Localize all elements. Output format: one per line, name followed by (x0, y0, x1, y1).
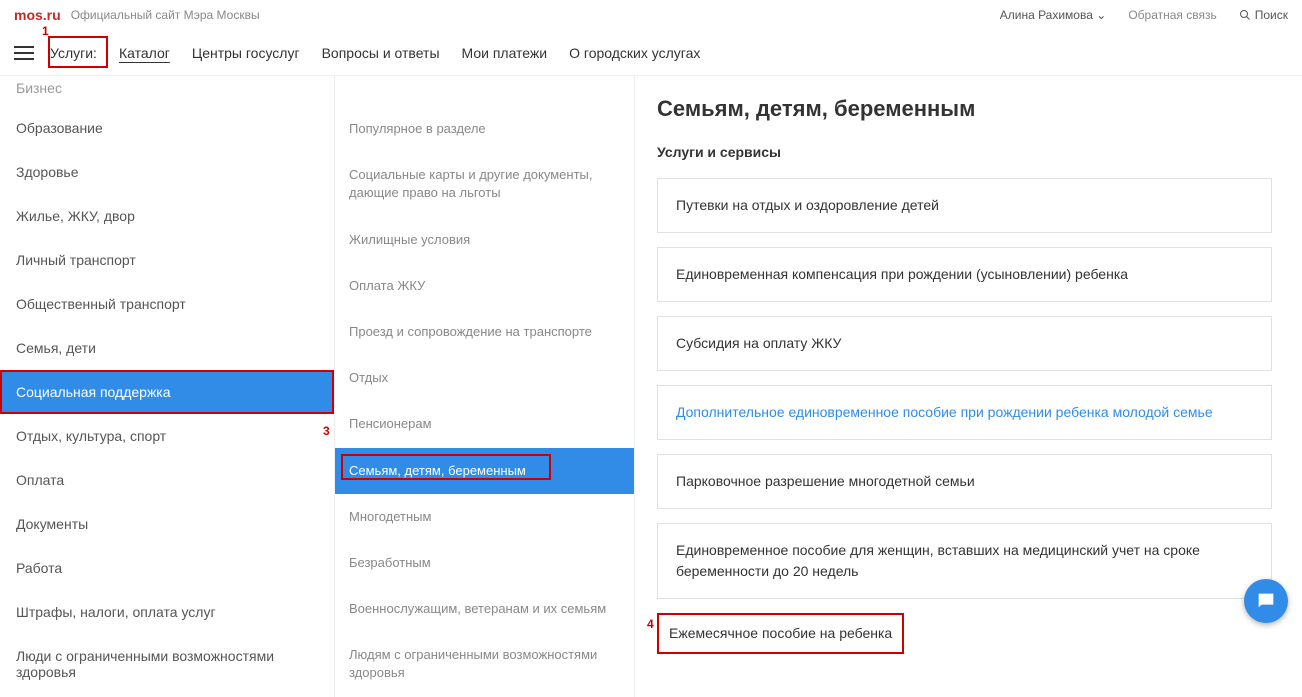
nav-faq[interactable]: Вопросы и ответы (322, 45, 440, 61)
service-card[interactable]: Дополнительное единовременное пособие пр… (657, 385, 1272, 440)
category-item[interactable]: Оплата (0, 458, 334, 502)
nav-centers[interactable]: Центры госуслуг (192, 45, 300, 61)
subcategory-item[interactable]: Жилищные условия (335, 217, 634, 263)
chat-icon (1255, 590, 1277, 612)
category-item[interactable]: Отдых, культура, спорт (0, 414, 334, 458)
category-item-active[interactable]: Социальная поддержка (0, 370, 334, 414)
subcategory-item[interactable]: Социальные карты и другие документы, даю… (335, 152, 634, 216)
subcategory-item[interactable]: Пенсионерам (335, 401, 634, 447)
subcategory-item[interactable]: Оплата ЖКУ (335, 263, 634, 309)
subcategory-item[interactable]: Популярное в разделе (335, 106, 634, 152)
hamburger-icon[interactable] (14, 46, 34, 60)
topbar: mos.ru Официальный сайт Мэра Москвы Алин… (0, 0, 1302, 30)
navbar: Услуги: Каталог Центры госуслуг Вопросы … (0, 30, 1302, 76)
category-item[interactable]: Работа (0, 546, 334, 590)
category-item[interactable]: Личный транспорт (0, 238, 334, 282)
chat-button[interactable] (1244, 579, 1288, 623)
subcategory-item[interactable]: Многодетным (335, 494, 634, 540)
category-item[interactable]: Штрафы, налоги, оплата услуг (0, 590, 334, 634)
category-item[interactable]: Образование (0, 106, 334, 150)
subcategory-item[interactable]: Проезд и сопровождение на транспорте (335, 309, 634, 355)
service-card[interactable]: Единовременная компенсация при рождении … (657, 247, 1272, 302)
nav-services[interactable]: Услуги: (50, 45, 97, 61)
category-item[interactable]: Семья, дети (0, 326, 334, 370)
subcategory-column: Популярное в разделе Социальные карты и … (335, 76, 635, 697)
service-card-highlighted[interactable]: Ежемесячное пособие на ребенка (657, 613, 904, 654)
section-label: Услуги и сервисы (657, 144, 1272, 160)
search-button[interactable]: Поиск (1239, 8, 1288, 22)
chevron-down-icon: ⌄ (1096, 8, 1106, 22)
nav-catalog[interactable]: Каталог (119, 45, 170, 61)
category-column: Бизнес Образование Здоровье Жилье, ЖКУ, … (0, 76, 335, 697)
category-item[interactable]: Жилье, ЖКУ, двор (0, 194, 334, 238)
category-item[interactable]: Документы (0, 502, 334, 546)
feedback-link[interactable]: Обратная связь (1128, 8, 1216, 22)
services-column: Семьям, детям, беременным Услуги и серви… (635, 76, 1302, 697)
subcategory-item[interactable]: Безработным (335, 540, 634, 586)
category-item[interactable]: Люди с ограниченными возможностями здоро… (0, 634, 334, 694)
subcategory-item-active[interactable]: Семьям, детям, беременным (335, 448, 634, 494)
search-icon (1239, 9, 1251, 21)
nav-about[interactable]: О городских услугах (569, 45, 700, 61)
site-description: Официальный сайт Мэра Москвы (71, 8, 260, 22)
subcategory-item[interactable]: Людям с ограниченными возможностями здор… (335, 632, 634, 696)
subcategory-item[interactable]: Отдых (335, 355, 634, 401)
service-card[interactable]: Парковочное разрешение многодетной семьи (657, 454, 1272, 509)
page-title: Семьям, детям, беременным (657, 96, 1272, 122)
nav-payments[interactable]: Мои платежи (462, 45, 548, 61)
service-card[interactable]: Путевки на отдых и оздоровление детей (657, 178, 1272, 233)
site-logo[interactable]: mos.ru (14, 7, 61, 23)
content-area: Бизнес Образование Здоровье Жилье, ЖКУ, … (0, 76, 1302, 697)
category-item[interactable]: Бизнес (0, 78, 334, 106)
category-item[interactable]: Общественный транспорт (0, 282, 334, 326)
user-name[interactable]: Алина Рахимова ⌄ (1000, 8, 1107, 22)
step4-number: 4 (647, 617, 654, 631)
service-card[interactable]: Единовременное пособие для женщин, встав… (657, 523, 1272, 599)
service-card[interactable]: Субсидия на оплату ЖКУ (657, 316, 1272, 371)
subcategory-item[interactable]: Военнослужащим, ветеранам и их семьям (335, 586, 634, 632)
category-item[interactable]: Здоровье (0, 150, 334, 194)
